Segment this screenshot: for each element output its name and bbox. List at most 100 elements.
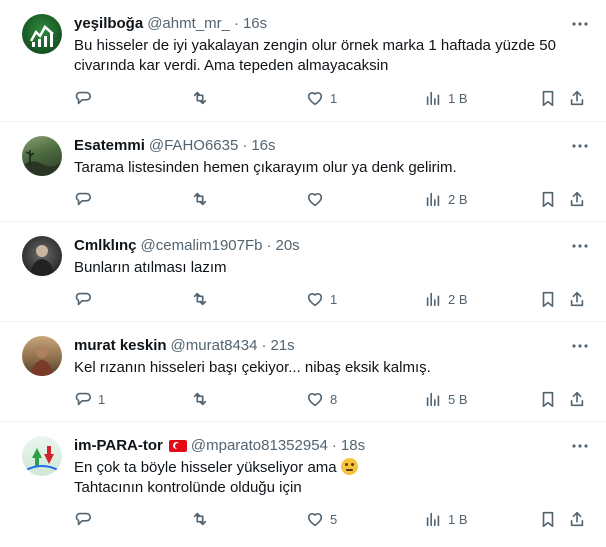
reply-icon [75,192,91,206]
timestamp[interactable]: 21s [271,336,295,356]
avatar[interactable] [22,14,62,54]
display-name[interactable]: murat keskin [74,336,167,356]
bookmark-icon [542,291,554,308]
views-icon [426,392,440,407]
tweet-header: murat keskin @murat8434 · 21s [74,336,590,356]
more-icon[interactable] [570,336,590,356]
views-count: 2 B [448,191,468,207]
bookmark-button[interactable] [539,510,557,528]
share-icon [570,511,584,527]
timestamp[interactable]: 18s [341,436,365,456]
bookmark-button[interactable] [539,290,557,308]
like-count: 1 [330,90,338,106]
tweet-header: im-PARA-tor @mparato81352954 · 18s [74,436,590,456]
reply-button[interactable] [74,190,98,208]
bookmark-icon [542,90,554,107]
views-button[interactable]: 5 B [424,390,468,408]
share-icon [570,191,584,207]
heart-icon [307,393,323,407]
avatar[interactable] [22,136,62,176]
user-handle[interactable]: @murat8434 [171,336,258,356]
bull-logo-icon [29,25,54,47]
timestamp[interactable]: 16s [243,14,267,34]
person-photo-icon [31,346,53,376]
retweet-icon [193,192,207,206]
display-name[interactable]: Cmlklınç [74,236,137,256]
timestamp[interactable]: 16s [251,136,275,156]
like-button[interactable]: 1 [306,290,337,308]
thinking-face-icon [340,458,358,475]
reply-icon [75,91,91,105]
bookmark-button[interactable] [539,390,557,408]
views-button[interactable]: 1 B [424,89,468,107]
bookmark-button[interactable] [539,190,557,208]
like-button[interactable]: 5 [306,510,337,528]
tweet-header: Cmlklınç @cemalim1907Fb · 20s [74,236,590,256]
tweet-text: Bu hisseler de iyi yakalayan zengin olur… [74,36,590,76]
retweet-button[interactable] [191,390,215,408]
tweet[interactable]: im-PARA-tor @mparato81352954 · 18s En ço… [0,422,606,547]
reply-button[interactable]: 1 [74,390,105,408]
views-icon [426,91,440,106]
tweet[interactable]: yeşilboğa @ahmt_mr_ · 16s Bu hisseler de… [0,0,606,122]
avatar[interactable] [22,436,62,476]
tweet-text: Kel rızanın hisseleri başı çekiyor... ni… [74,358,590,378]
tweet[interactable]: Cmlklınç @cemalim1907Fb · 20s Bunların a… [0,222,606,322]
tweet-text-line-wrap: En çok ta böyle hisseler yükseliyor ama [74,458,590,478]
tweet[interactable]: murat keskin @murat8434 · 21s Kel rızanı… [0,322,606,422]
user-handle[interactable]: @cemalim1907Fb [141,236,263,256]
avatar[interactable] [22,236,62,276]
retweet-icon [193,91,207,105]
more-icon[interactable] [570,14,590,34]
display-name[interactable]: im-PARA-tor [74,436,163,456]
views-count: 1 B [448,90,468,106]
reply-button[interactable] [74,89,98,107]
display-name[interactable]: yeşilboğa [74,14,143,34]
tweet-text-line: Tahtacının kontrolünde olduğu için [74,479,302,496]
more-icon[interactable] [570,236,590,256]
user-handle[interactable]: @ahmt_mr_ [147,14,230,34]
heart-icon [307,193,323,207]
share-button[interactable] [568,89,586,107]
action-bar: 1 1 B [74,87,590,109]
arrows-logo-icon [25,446,59,471]
like-count: 5 [330,511,338,527]
user-handle[interactable]: @FAHO6635 [149,136,238,156]
tweet-header: Esatemmi @FAHO6635 · 16s [74,136,590,156]
more-icon[interactable] [570,136,590,156]
separator-dot: · [233,15,239,32]
display-name[interactable]: Esatemmi [74,136,145,156]
views-button[interactable]: 2 B [424,290,468,308]
bookmark-button[interactable] [539,89,557,107]
user-handle[interactable]: @mparato81352954 [191,436,328,456]
views-button[interactable]: 1 B [424,510,468,528]
views-button[interactable]: 2 B [424,190,468,208]
retweet-button[interactable] [191,290,215,308]
avatar[interactable] [22,336,62,376]
share-button[interactable] [568,510,586,528]
views-icon [426,192,440,207]
like-button[interactable] [306,190,330,208]
tweet-text-line: Bunların atılması lazım [74,259,227,276]
share-icon [570,291,584,307]
reply-button[interactable] [74,290,98,308]
retweet-button[interactable] [191,190,215,208]
tweet-text-line: Kel rızanın hisseleri başı çekiyor... ni… [74,359,431,376]
share-button[interactable] [568,290,586,308]
like-button[interactable]: 8 [306,390,337,408]
like-count: 8 [330,391,338,407]
timestamp[interactable]: 20s [275,236,299,256]
retweet-button[interactable] [191,89,215,107]
tweet-text: Bunların atılması lazım [74,258,590,278]
tweet-text-line: En çok ta böyle hisseler yükseliyor ama [74,459,337,476]
more-icon[interactable] [570,436,590,456]
separator-dot: · [331,437,337,454]
tweet[interactable]: Esatemmi @FAHO6635 · 16s Tarama listesin… [0,122,606,222]
reply-icon [75,292,91,306]
share-button[interactable] [568,390,586,408]
retweet-button[interactable] [191,510,215,528]
like-button[interactable]: 1 [306,89,337,107]
retweet-icon [193,292,207,306]
reply-button[interactable] [74,510,98,528]
share-button[interactable] [568,190,586,208]
